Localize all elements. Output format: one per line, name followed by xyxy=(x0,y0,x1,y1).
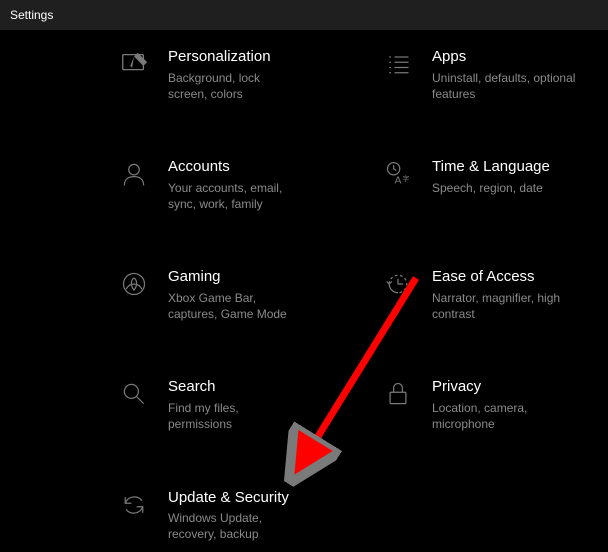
window-titlebar: Settings xyxy=(0,0,608,30)
privacy-icon xyxy=(382,378,414,410)
accounts-icon xyxy=(118,158,150,190)
tile-desc: Find my files, permissions xyxy=(168,400,294,432)
update-security-icon xyxy=(118,489,150,521)
tile-desc: Location, camera, microphone xyxy=(432,400,590,432)
tile-title: Accounts xyxy=(168,158,294,177)
tile-desc: Xbox Game Bar, captures, Game Mode xyxy=(168,290,294,322)
tile-title: Privacy xyxy=(432,378,590,397)
tile-desc: Your accounts, email, sync, work, family xyxy=(168,180,294,212)
tile-title: Update & Security xyxy=(168,489,294,508)
tile-title: Search xyxy=(168,378,294,397)
svg-text:A: A xyxy=(395,175,402,187)
apps-icon xyxy=(382,48,414,80)
tile-gaming[interactable]: Gaming Xbox Game Bar, captures, Game Mod… xyxy=(18,268,294,322)
tile-desc: Background, lock screen, colors xyxy=(168,70,294,102)
tile-desc: Uninstall, defaults, optional features xyxy=(432,70,590,102)
tile-title: Ease of Access xyxy=(432,268,590,287)
tile-search[interactable]: Search Find my files, permissions xyxy=(18,378,294,432)
search-icon xyxy=(118,378,150,410)
tile-privacy[interactable]: Privacy Location, camera, microphone xyxy=(314,378,590,432)
tile-accounts[interactable]: Accounts Your accounts, email, sync, wor… xyxy=(18,158,294,212)
tile-desc: Windows Update, recovery, backup xyxy=(168,510,294,542)
time-language-icon: A 字 xyxy=(382,158,414,190)
personalization-icon xyxy=(118,48,150,80)
tile-apps[interactable]: Apps Uninstall, defaults, optional featu… xyxy=(314,48,590,102)
ease-of-access-icon xyxy=(382,268,414,300)
tile-ease-of-access[interactable]: Ease of Access Narrator, magnifier, high… xyxy=(314,268,590,322)
tile-title: Gaming xyxy=(168,268,294,287)
tile-personalization[interactable]: Personalization Background, lock screen,… xyxy=(18,48,294,102)
svg-text:字: 字 xyxy=(402,174,409,183)
tile-title: Time & Language xyxy=(432,158,590,177)
settings-categories: Personalization Background, lock screen,… xyxy=(0,30,608,543)
window-title: Settings xyxy=(10,8,53,22)
tile-time-language[interactable]: A 字 Time & Language Speech, region, date xyxy=(314,158,590,212)
tile-title: Apps xyxy=(432,48,590,67)
tile-title: Personalization xyxy=(168,48,294,67)
tile-desc: Narrator, magnifier, high contrast xyxy=(432,290,590,322)
tile-update-security[interactable]: Update & Security Windows Update, recove… xyxy=(18,489,294,543)
tile-desc: Speech, region, date xyxy=(432,180,590,196)
gaming-icon xyxy=(118,268,150,300)
